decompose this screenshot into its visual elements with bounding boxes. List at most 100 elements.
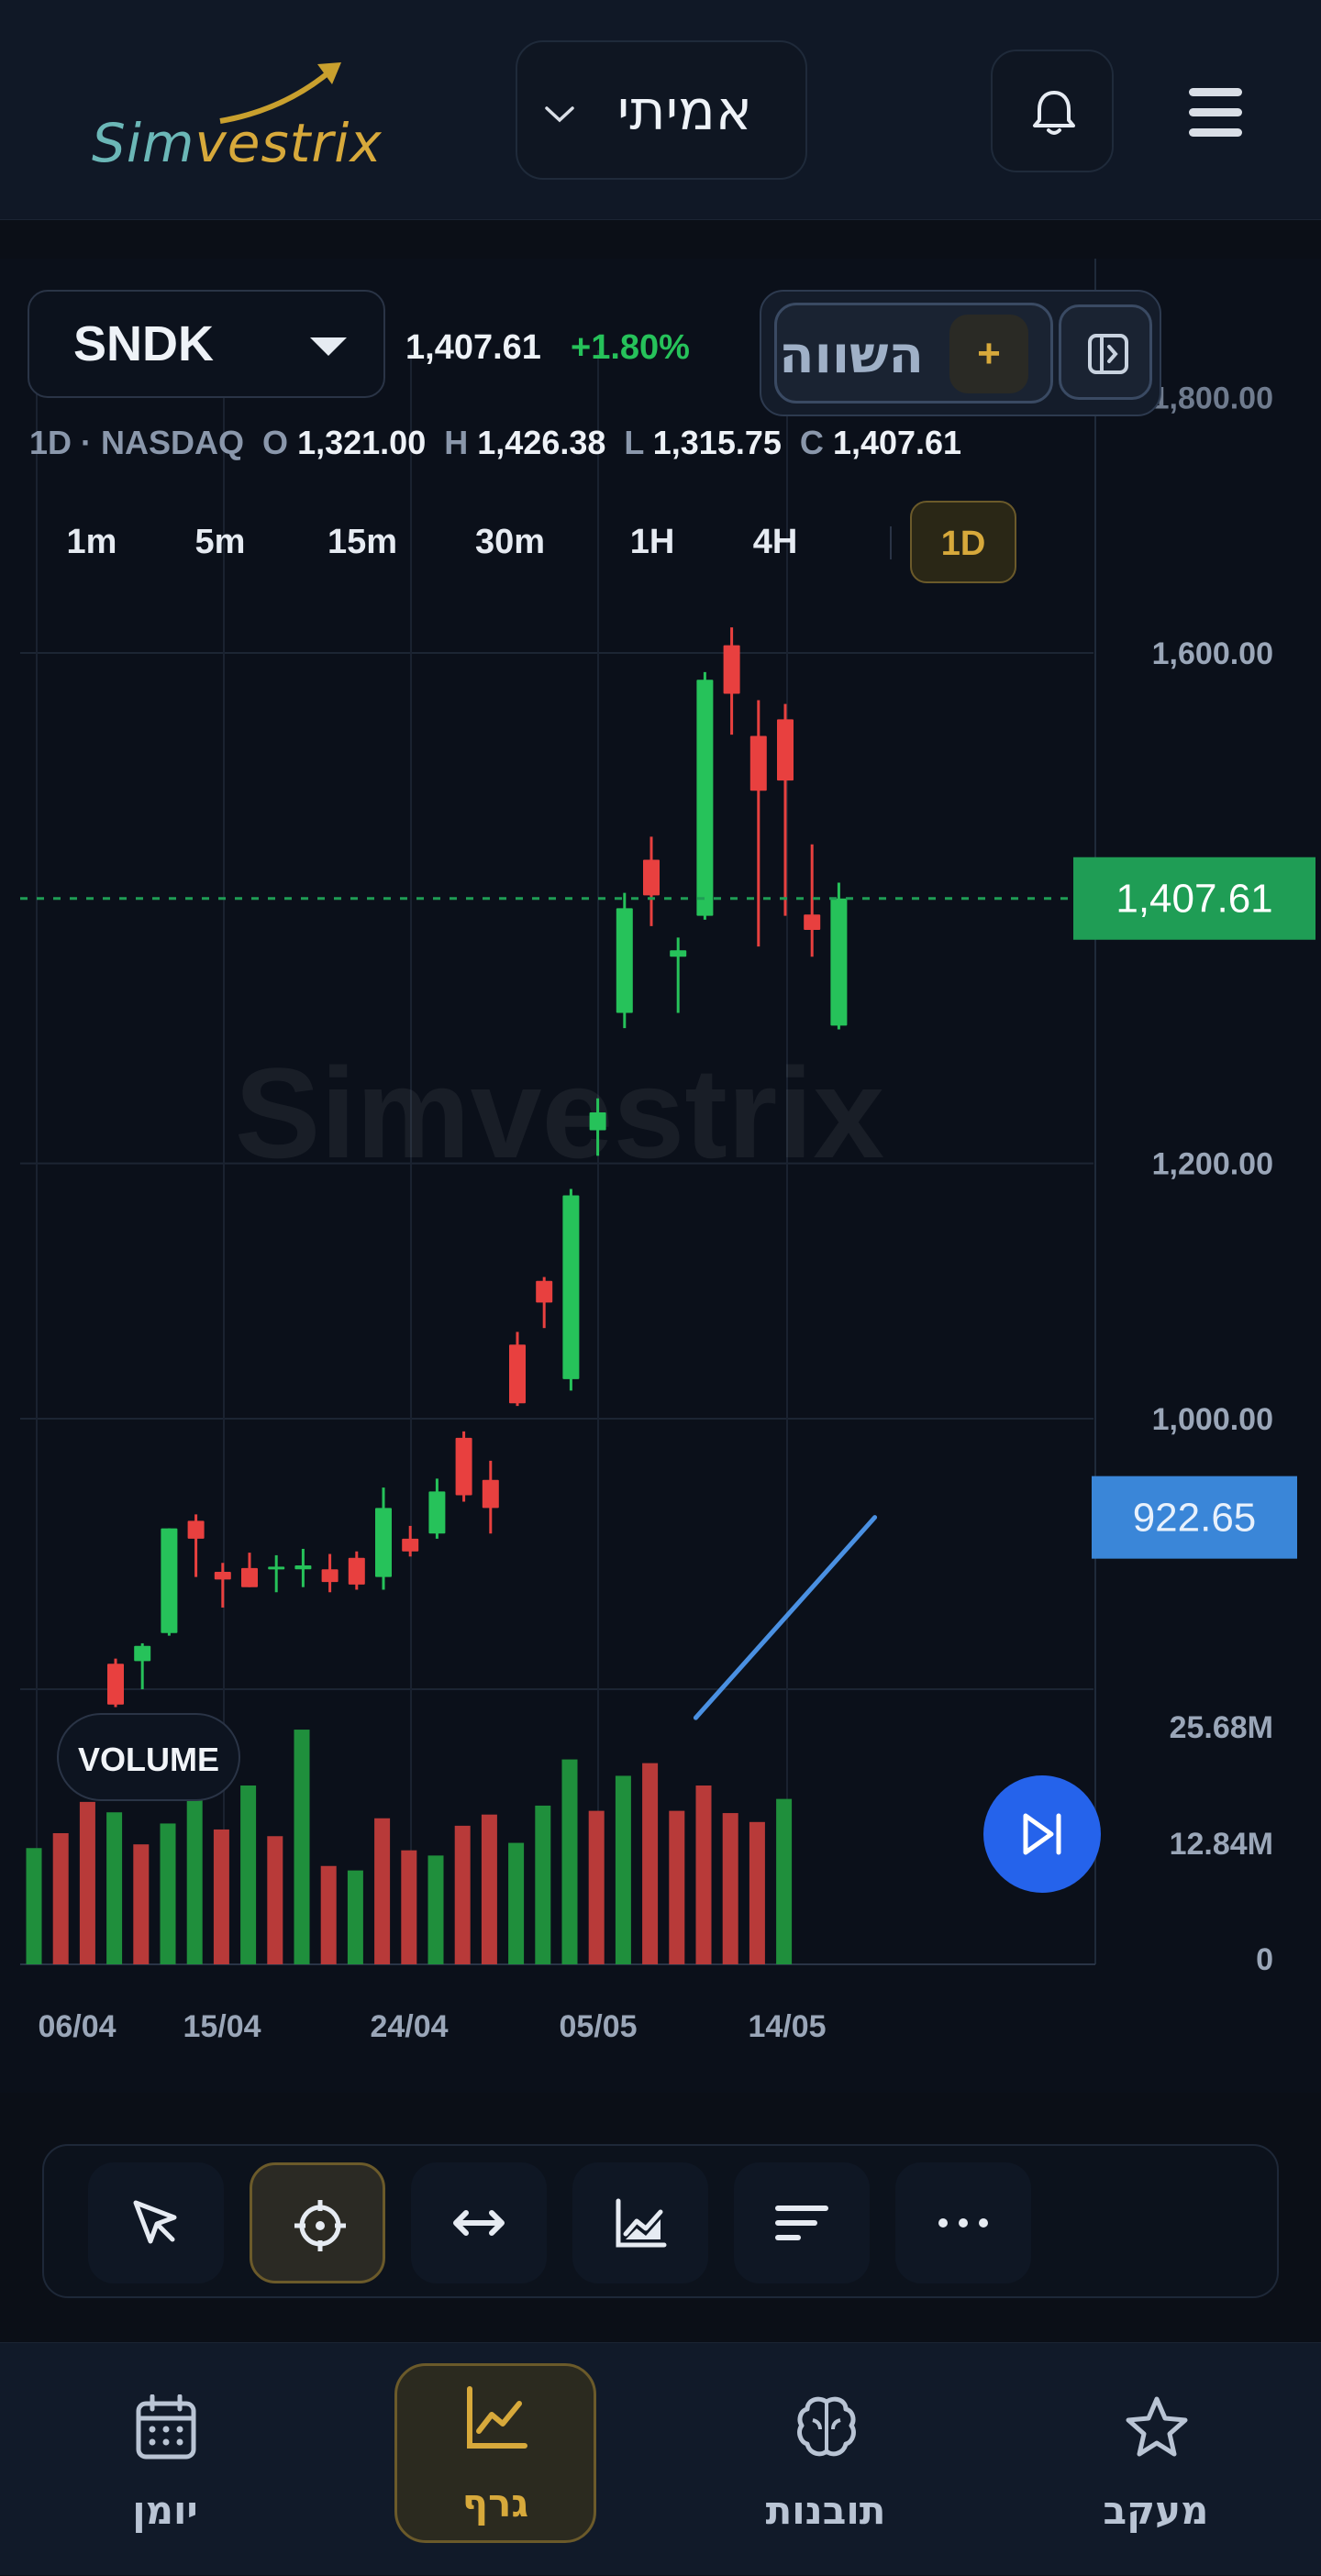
chart-watermark: Simvestrix — [235, 1041, 884, 1185]
volume-tick-label: 0 — [1256, 1942, 1273, 1977]
time-tick-label: 05/05 — [559, 2009, 637, 2044]
candle-body — [670, 950, 687, 957]
price-tick-label: 1,200.00 — [1152, 1147, 1273, 1182]
volume-bar — [508, 1842, 525, 1964]
timeframe-1h[interactable]: 1H — [602, 501, 703, 583]
skip-forward-icon — [1023, 1813, 1061, 1855]
overlay-trend-line — [693, 1515, 878, 1720]
indicators-tool-button[interactable] — [572, 2162, 708, 2283]
candle-body — [830, 898, 848, 1026]
panel-toggle-icon — [1088, 334, 1128, 374]
timeframe-4h[interactable]: 4H — [725, 501, 826, 583]
candle-body — [187, 1520, 205, 1539]
nav-watchlist[interactable]: מעקב — [1055, 2343, 1257, 2576]
volume-bar — [481, 1814, 497, 1964]
last-price: 1,407.61 — [405, 328, 541, 367]
timeframe-5m[interactable]: 5m — [165, 501, 275, 583]
nav-insights[interactable]: תובנות — [725, 2343, 927, 2576]
candle-body — [616, 908, 633, 1013]
candle-body — [428, 1491, 446, 1534]
symbol-selector[interactable]: SNDK — [28, 290, 385, 398]
nav-journal-label: יומן — [132, 2488, 198, 2533]
timeframe-30m[interactable]: 30m — [446, 501, 574, 583]
compare-button[interactable]: השווה + — [774, 303, 1053, 404]
timeframe-15m[interactable]: 15m — [303, 501, 422, 583]
volume-bar — [695, 1786, 712, 1964]
open-value: 1,321.00 — [297, 424, 427, 461]
hamburger-menu-button[interactable] — [1165, 77, 1262, 150]
time-tick-label: 24/04 — [370, 2009, 448, 2044]
volume-badge[interactable]: VOLUME — [57, 1713, 240, 1801]
candle-body — [777, 719, 794, 781]
candle-body — [749, 735, 767, 791]
logo-text-sim: Sim — [92, 112, 195, 174]
candle-body — [107, 1664, 124, 1705]
open-label: O — [262, 424, 289, 461]
cursor-tool-button[interactable] — [88, 2162, 224, 2283]
volume-tick-label: 12.84M — [1170, 1827, 1273, 1862]
account-mode-select[interactable]: אמיתי — [516, 40, 807, 180]
panel-toggle-button[interactable] — [1059, 304, 1152, 400]
timeframe-1m[interactable]: 1m — [37, 501, 147, 583]
hamburger-menu-icon-line — [1189, 108, 1242, 116]
volume-bar — [749, 1821, 765, 1964]
volume-bar — [427, 1855, 444, 1964]
candle-body — [536, 1280, 553, 1303]
volume-bar — [588, 1810, 605, 1964]
volume-bar — [133, 1844, 150, 1964]
volume-bar — [722, 1813, 738, 1964]
timeframe-divider — [890, 526, 892, 559]
volume-bar — [52, 1833, 69, 1964]
measure-tool-button[interactable] — [411, 2162, 547, 2283]
nav-journal[interactable]: יומן — [64, 2343, 266, 2576]
ohlc-readout: 1D · NASDAQ O 1,321.00 H 1,426.38 L 1,31… — [29, 424, 961, 462]
volume-bar — [642, 1763, 659, 1964]
app-logo[interactable]: Simvestrix — [92, 55, 385, 174]
chevron-down-icon — [545, 106, 574, 123]
candle-body — [562, 1195, 580, 1379]
indicator-chart-icon — [616, 2198, 667, 2248]
bell-icon — [1033, 91, 1075, 135]
candle-body — [455, 1437, 472, 1496]
bottom-navigation: יומן גרף תובנות מעקב — [0, 2342, 1321, 2575]
last-price-tag-label: 1,407.61 — [1116, 877, 1272, 922]
candle-body — [509, 1344, 526, 1404]
low-value: 1,315.75 — [652, 424, 782, 461]
logo-text: Simvestrix — [92, 112, 383, 174]
volume-bar — [374, 1818, 391, 1964]
compare-panel: השווה + — [760, 290, 1161, 416]
more-tools-button[interactable] — [895, 2162, 1031, 2283]
candle-body — [241, 1567, 258, 1587]
crosshair-tool-button[interactable] — [250, 2162, 385, 2283]
candle-body — [696, 680, 714, 916]
candle-body — [321, 1569, 339, 1583]
candle-body — [161, 1528, 178, 1633]
notifications-button[interactable] — [991, 50, 1114, 172]
brain-icon — [797, 2396, 856, 2457]
price-tick-label: 1,000.00 — [1152, 1402, 1273, 1437]
time-axis[interactable]: 06/04 15/04 24/04 05/05 14/05 — [38, 2009, 826, 2044]
account-mode-label: אמיתי — [616, 79, 752, 143]
close-label: C — [799, 424, 824, 461]
price-tick-label: 1,600.00 — [1152, 636, 1273, 671]
timeframe-1d[interactable]: 1D — [910, 501, 1016, 583]
volume-bar — [535, 1805, 551, 1964]
candle-body — [134, 1645, 151, 1662]
candle-body — [375, 1508, 392, 1577]
volume-bar — [347, 1870, 363, 1964]
volume-bar — [79, 1801, 95, 1964]
hamburger-menu-icon — [1189, 88, 1242, 96]
drawing-toolbar — [42, 2144, 1279, 2298]
time-tick-label: 06/04 — [38, 2009, 116, 2044]
nav-chart[interactable]: גרף — [394, 2343, 596, 2576]
time-tick-label: 15/04 — [183, 2009, 261, 2044]
volume-bar — [615, 1775, 631, 1964]
candle-body — [214, 1572, 231, 1580]
volume-bar — [401, 1850, 417, 1964]
volume-bar — [669, 1810, 685, 1964]
candle-body — [482, 1479, 499, 1509]
top-bar: Simvestrix אמיתי — [0, 0, 1321, 220]
candle-body — [348, 1557, 365, 1585]
replay-button[interactable] — [983, 1775, 1101, 1893]
lines-tool-button[interactable] — [734, 2162, 870, 2283]
